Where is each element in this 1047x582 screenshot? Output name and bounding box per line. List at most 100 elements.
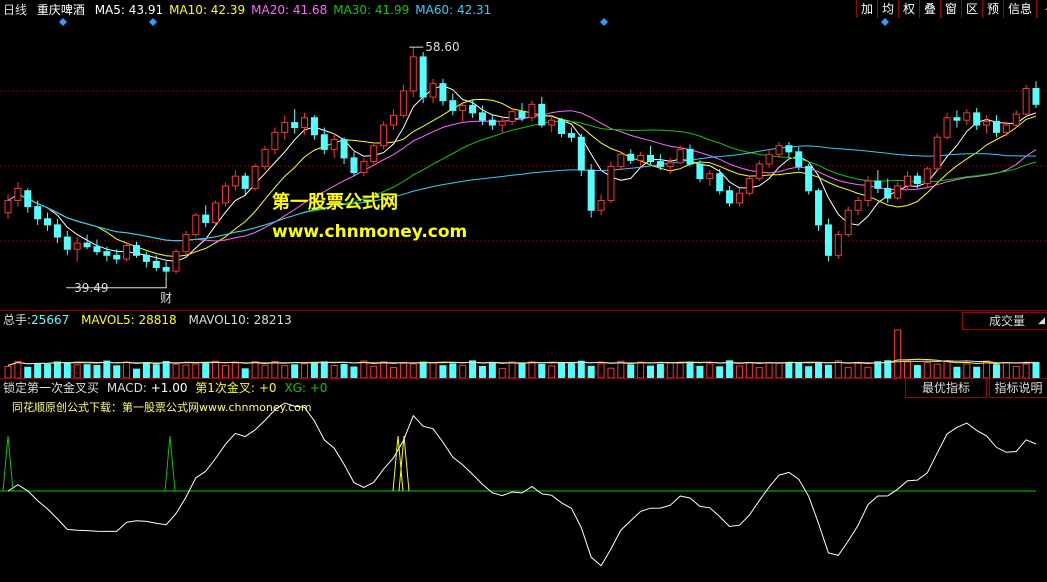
volume-bar (93, 364, 101, 378)
volume-bar (923, 362, 931, 378)
candle (44, 212, 52, 231)
volume-bar (63, 362, 71, 378)
volume-bar (419, 361, 427, 378)
volume-bar (142, 362, 150, 378)
volume-bar (844, 366, 852, 378)
candle (429, 78, 437, 104)
volume-bar (221, 364, 229, 378)
candle (439, 78, 447, 106)
volume-chart[interactable] (0, 328, 1047, 378)
candle (558, 117, 566, 138)
volume-bar (815, 362, 823, 378)
macd-label: MACD: (106, 381, 147, 395)
volume-header: 总手:25667 MAVOL5: 28818 MAVOL10: 28213 (3, 313, 292, 328)
first-cross-value: +0 (258, 381, 277, 395)
candle (973, 108, 981, 130)
volume-bar (716, 366, 724, 378)
ma-legend-item: MA60: 42.31 (415, 3, 492, 17)
indicator-name[interactable]: 锁定第一次金叉买 (3, 381, 99, 395)
candle (251, 164, 259, 191)
candle (567, 127, 575, 143)
candle (706, 170, 714, 186)
stock-name: 重庆啤酒 (36, 3, 85, 17)
candle (241, 172, 249, 195)
volume-bar (548, 365, 556, 378)
toolbar-button[interactable]: 叠 (919, 0, 940, 18)
volume-bar (340, 363, 348, 378)
volume-bar (627, 364, 635, 378)
ma-legend-item: MA20: 41.68 (251, 3, 328, 17)
volume-bar (231, 362, 239, 378)
low-price-label: 39.49 (74, 281, 108, 295)
volume-bar (73, 364, 81, 378)
volume-bar (884, 360, 892, 378)
price-chart[interactable]: 58.60 39.49 财 (0, 18, 1047, 310)
toolbar-button[interactable]: 窗 (940, 0, 961, 18)
xg-value: +0 (309, 381, 328, 395)
volume-bar (4, 366, 12, 378)
candle (904, 171, 911, 191)
volume-bar (1012, 365, 1020, 378)
candle (647, 145, 654, 164)
candle (735, 188, 743, 207)
volume-bar (429, 362, 437, 378)
volume-bar (953, 366, 961, 378)
toolbar-button[interactable]: 加 (856, 0, 877, 18)
finance-marker[interactable]: 财 (160, 291, 172, 305)
candle (864, 176, 872, 207)
toolbar-button[interactable]: 区 (961, 0, 982, 18)
volume-bar (330, 364, 338, 378)
volume-bar (152, 364, 160, 378)
volume-bar (360, 360, 368, 378)
volume-bar (469, 360, 477, 378)
candle (686, 144, 694, 167)
candle (142, 251, 150, 268)
toolbar-button[interactable]: 均 (877, 0, 898, 18)
event-marker-icon[interactable] (59, 18, 67, 26)
candle (63, 230, 71, 256)
xg-label: XG: (284, 381, 306, 395)
candle (953, 110, 961, 128)
candle (310, 115, 318, 140)
volume-bar (162, 360, 170, 378)
volume-bar (310, 362, 318, 378)
candle (93, 239, 101, 256)
volume-bar (992, 364, 1000, 378)
candle (202, 205, 210, 228)
volume-total-value: 25667 (31, 313, 70, 327)
mavol10-value: 28213 (253, 313, 292, 327)
candle (271, 127, 279, 155)
candle (607, 161, 615, 203)
indicator-chart[interactable] (0, 396, 1047, 582)
toolbar-button[interactable]: ⇥ (1036, 0, 1047, 18)
chevron-down-icon: ◢ (1038, 316, 1045, 326)
toolbar-button[interactable]: 权 (898, 0, 919, 18)
candle (212, 200, 220, 225)
volume-bar (390, 367, 397, 378)
cross-signal (2, 435, 14, 492)
volume-bar (182, 364, 190, 378)
volume-bar (617, 360, 625, 378)
candle (350, 151, 358, 177)
candle (577, 133, 585, 177)
candle (261, 145, 269, 171)
best-indicator-button[interactable]: 最优指标 (905, 378, 987, 398)
event-marker-icon[interactable] (149, 18, 157, 26)
event-marker-icon[interactable] (600, 18, 608, 26)
volume-bar (933, 363, 941, 378)
event-marker-icon[interactable] (881, 18, 889, 26)
period-label[interactable]: 日线 (3, 3, 27, 17)
candle (884, 178, 892, 203)
toolbar-button[interactable]: 预 (982, 0, 1003, 18)
volume-bar (735, 365, 743, 378)
volume-bar (281, 365, 289, 378)
volume-bar (726, 360, 734, 378)
ma-legend-item: MA10: 42.39 (169, 3, 246, 17)
volume-bar (212, 360, 220, 378)
volume-bar (241, 368, 249, 378)
indicator-help-button[interactable]: 指标说明 (989, 378, 1047, 398)
toolbar-button[interactable]: 信息 (1003, 0, 1036, 18)
candle (1032, 81, 1040, 108)
candle (24, 188, 32, 213)
candle (281, 115, 289, 140)
